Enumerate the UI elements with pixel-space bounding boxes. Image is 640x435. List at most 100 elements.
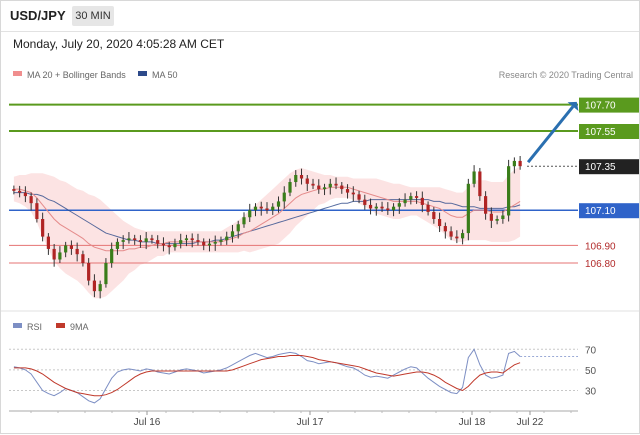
candle-body (363, 199, 367, 205)
candle-body (282, 192, 286, 202)
candle-body (121, 240, 125, 242)
candle-body (207, 243, 212, 246)
candle-body (41, 219, 45, 237)
candle-body (340, 185, 344, 190)
candle-body (334, 183, 338, 186)
candle-body (69, 245, 74, 249)
candle-body (64, 245, 68, 253)
watermark: Research © 2020 Trading Central (499, 70, 633, 80)
legend-swatch (13, 71, 22, 76)
candle-body (420, 197, 424, 205)
candle-body (507, 166, 511, 216)
candle-body (311, 183, 315, 186)
candle-body (242, 217, 246, 225)
candle-body (52, 248, 56, 260)
x-tick-label: Jul 22 (517, 417, 544, 428)
rsi-tick-label: 70 (585, 345, 597, 356)
candle-body (432, 211, 436, 219)
candle-body (225, 236, 229, 241)
candle-body (184, 238, 189, 241)
candle-body (460, 233, 465, 239)
rsi-legend-label: 9MA (70, 322, 89, 332)
last-price-label: 107.35 (585, 162, 616, 173)
candle-body (87, 263, 91, 281)
candle-body (495, 219, 499, 221)
candle-body (167, 245, 171, 248)
target-level-label: 107.55 (585, 127, 616, 138)
candle-body (409, 196, 413, 200)
candle-body (81, 254, 85, 263)
candle-body (35, 203, 39, 219)
candle-body (518, 160, 522, 167)
candle-body (374, 206, 378, 209)
candle-body (345, 189, 350, 193)
x-tick-label: Jul 17 (297, 417, 324, 428)
candle-body (484, 196, 488, 214)
candle-body (173, 243, 177, 248)
candle-body (46, 236, 50, 249)
candle-body (305, 178, 309, 184)
rsi-ma-line (13, 355, 521, 397)
candle-body (58, 252, 62, 260)
candle-body (357, 194, 361, 200)
candle-body (190, 238, 194, 241)
candle-body (12, 189, 16, 191)
candle-body (322, 187, 327, 190)
candle-body (397, 203, 401, 207)
forecast-arrow (526, 105, 575, 164)
candle-body (92, 280, 97, 292)
x-tick-label: Jul 16 (134, 417, 161, 428)
candle-body (196, 240, 200, 242)
candle-body (403, 199, 407, 204)
candle-body (288, 182, 292, 193)
legend-label: MA 20 + Bollinger Bands (27, 70, 126, 80)
rsi-legend-swatch (13, 323, 22, 328)
candle-body (478, 171, 482, 197)
candle-body (294, 175, 298, 183)
candle-body (449, 231, 453, 237)
candle-body (380, 206, 384, 209)
x-tick-label: Jul 18 (459, 417, 486, 428)
candle-body (202, 241, 206, 246)
candle-body (265, 208, 269, 211)
candle-body (150, 238, 154, 241)
candle-body (110, 248, 114, 263)
candle-body (29, 196, 33, 204)
candle-body (455, 236, 459, 239)
candle-body (299, 175, 304, 179)
candle-body (138, 240, 143, 242)
candle-body (213, 241, 217, 244)
candle-body (466, 183, 470, 234)
candle-body (127, 238, 131, 241)
candle-body (133, 238, 137, 241)
rsi-tick-label: 30 (585, 387, 597, 398)
candle-body (276, 201, 281, 207)
candle-body (248, 210, 252, 218)
candle-body (368, 204, 373, 209)
candle-body (472, 171, 476, 184)
candle-body (161, 243, 166, 246)
candle-body (75, 248, 79, 255)
candle-body (104, 263, 108, 285)
pivot-level-label: 107.10 (585, 206, 616, 217)
candle-body (443, 226, 447, 232)
candle-body (115, 241, 120, 249)
candle-body (501, 215, 505, 219)
candle-body (351, 192, 355, 195)
support-level-label: 106.90 (585, 241, 616, 252)
candle-body (144, 238, 148, 242)
candle-body (386, 208, 390, 211)
rsi-legend-swatch (56, 323, 65, 328)
candle-body (391, 206, 396, 211)
legend-swatch (138, 71, 147, 76)
candle-body (317, 185, 321, 190)
candle-body (259, 206, 263, 209)
candle-body (328, 183, 332, 188)
candle-body (236, 224, 240, 232)
candle-body (512, 160, 516, 167)
candle-body (489, 213, 493, 221)
candle-body (219, 240, 223, 242)
rsi-legend-label: RSI (27, 322, 42, 332)
chart-canvas: MA 20 + Bollinger Bands MA 50 Research © 2… (1, 70, 639, 428)
candle-body (18, 190, 22, 193)
